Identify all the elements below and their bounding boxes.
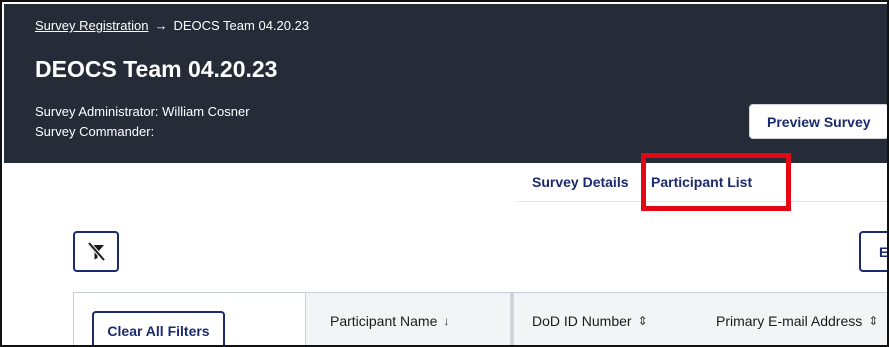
column-divider — [510, 293, 514, 345]
edit-button[interactable]: Ed — [859, 231, 887, 272]
sort-icon: ⇕ — [637, 314, 648, 328]
filter-column: Clear All Filters — [74, 293, 306, 345]
column-header-primary-email[interactable]: Primary E-mail Address ⇕ — [716, 313, 878, 329]
page-title: DEOCS Team 04.20.23 — [35, 56, 278, 82]
highlight-annotation — [641, 153, 791, 211]
app-frame: Survey Registration → DEOCS Team 04.20.2… — [0, 0, 889, 347]
column-label: DoD ID Number — [532, 313, 632, 329]
column-header-dod-id[interactable]: DoD ID Number ⇕ — [532, 313, 648, 329]
sort-descending-icon: ↓ — [443, 314, 450, 328]
survey-administrator: Survey Administrator: William Cosner — [35, 104, 250, 119]
survey-header: Survey Registration → DEOCS Team 04.20.2… — [4, 4, 887, 163]
tab-survey-details[interactable]: Survey Details — [532, 162, 629, 202]
table-header: Participant Name ↓ DoD ID Number ⇕ Prima… — [306, 293, 887, 345]
toggle-filters-button[interactable] — [73, 231, 119, 272]
breadcrumb: Survey Registration → DEOCS Team 04.20.2… — [35, 18, 309, 33]
arrow-right-icon: → — [154, 18, 168, 33]
filter-off-icon — [87, 241, 106, 261]
participant-table: Clear All Filters Participant Name ↓ DoD… — [73, 292, 887, 345]
column-label: Primary E-mail Address — [716, 313, 863, 329]
sort-icon: ⇕ — [868, 314, 879, 328]
breadcrumb-link-survey-registration[interactable]: Survey Registration — [35, 18, 148, 33]
clear-all-filters-button[interactable]: Clear All Filters — [92, 311, 225, 345]
breadcrumb-current: DEOCS Team 04.20.23 — [173, 18, 310, 33]
column-label: Participant Name — [330, 313, 438, 329]
column-header-participant-name[interactable]: Participant Name ↓ — [330, 313, 449, 329]
survey-commander: Survey Commander: — [35, 124, 155, 139]
preview-survey-button[interactable]: Preview Survey — [749, 104, 887, 139]
